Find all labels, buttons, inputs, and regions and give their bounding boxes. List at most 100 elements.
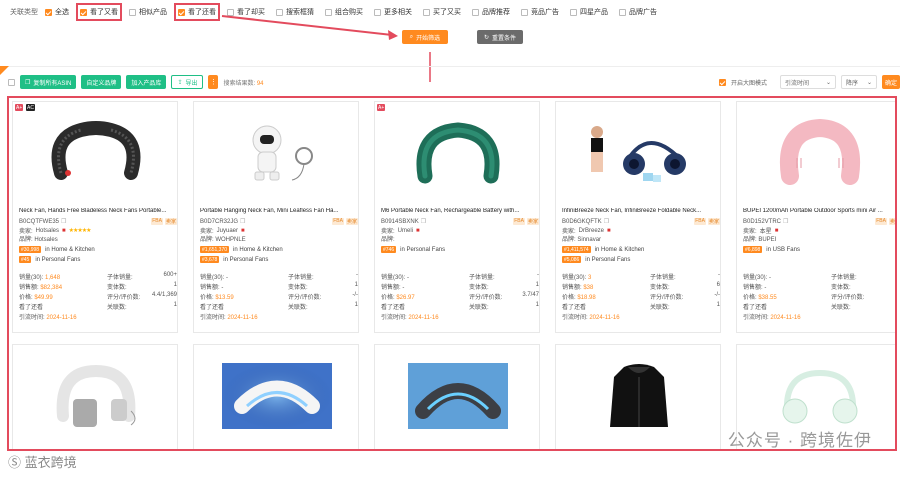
filter-option-label: 品牌广告 [629,9,657,16]
flag-icon: ■ [241,227,245,234]
filter-option[interactable]: 看了却买 [227,7,265,17]
flag-icon: ■ [607,227,611,234]
filter-checkbox[interactable] [227,8,234,16]
product-card[interactable]: A+ AC Neck Fan, Hands Free Bladeless Neck … [12,101,178,333]
filter-checkbox[interactable] [325,8,332,16]
start-filter-button[interactable]: ⌕ 开始筛选 [402,30,448,44]
filter-option[interactable]: 买了又买 [423,7,461,17]
product-card[interactable]: A+ M6 Portable Neck Fan, Rechargeable Bat… [374,101,540,333]
product-title[interactable]: BUPEI 1200mAh Portable Outdoor Sports mi… [743,208,895,214]
filter-option[interactable]: 组合购买 [325,7,363,17]
copy-icon: ❐ [25,79,31,86]
filter-option[interactable]: 品牌推荐 [472,7,510,17]
filter-checkbox[interactable] [472,8,479,16]
filter-checkbox[interactable] [276,8,283,16]
stat-value: $82,384 [40,284,63,291]
stat-value: - [356,271,358,278]
brand-name[interactable]: BUPEI [758,237,776,243]
stat-row: 销售额: -变体数:1 [200,281,358,291]
filter-option[interactable]: 全选 [45,7,69,17]
asin-value[interactable]: B0D152VTRC [743,219,781,225]
brand-name[interactable]: Sinnavar [577,237,601,243]
product-image[interactable] [737,110,895,196]
copy-icon[interactable]: ❐ [783,218,788,225]
filter-checkbox[interactable] [570,8,577,16]
product-image[interactable] [556,353,720,439]
stat-value: - [537,271,539,278]
stat-value: 1 [173,281,177,288]
asin-value[interactable]: B0914SBXNK [381,219,419,225]
rank-value: #5,086 [562,256,582,263]
more-button[interactable]: ⋮ [208,75,219,89]
filter-option[interactable]: 竞品广告 [521,7,559,17]
product-card[interactable]: BUPEI 1200mAh Portable Outdoor Sports mi… [736,101,895,333]
product-image[interactable] [194,353,358,439]
filter-option-label: 搜索框猜 [286,9,314,16]
brand-name[interactable]: WOHPNLE [215,237,245,243]
filter-checkbox[interactable] [619,8,626,16]
asin-value[interactable]: B0CQTFWE35 [19,219,59,225]
filter-option[interactable]: 看了又看 [76,3,122,21]
reset-filter-button[interactable]: ↻ 重置条件 [477,30,523,44]
product-title[interactable]: Neck Fan, Hands Free Bladeless Neck Fans… [19,208,177,214]
product-title[interactable]: Portable Hanging Neck Fan, Mini Leafless… [200,208,358,214]
toolbar: ❐ 复制所有ASIN 自定义品牌 加入产品库 ⇪ 导出 ⋮ 搜索结果数: 94 [8,74,264,90]
filter-option[interactable]: 更多相关 [374,7,412,17]
export-button[interactable]: ⇪ 导出 [171,75,204,89]
sort-order-select[interactable]: 降序 ⌄ [840,75,877,89]
stat-row: 价格: $38.55评分/评价数:-/- [743,291,895,301]
product-title[interactable]: M6 Portable Neck Fan, Rechargeable Batte… [381,208,539,214]
product-image[interactable] [556,110,720,196]
copy-icon[interactable]: ❐ [61,218,66,225]
product-card[interactable]: Portable Hanging Neck Fan, Mini Neck Fan… [12,344,178,449]
filter-checkbox[interactable] [423,8,430,16]
product-image[interactable] [375,110,539,196]
stat-row: 引流时间: 2024-11-16 [200,314,258,321]
filter-checkbox[interactable] [80,8,87,16]
product-card[interactable]: Men's Casual Sleeveless Hoodie Classic F… [555,344,721,449]
filter-checkbox[interactable] [374,8,381,16]
seller-name[interactable]: Hotsales [36,228,59,234]
product-card[interactable]: InfiniBreeze Neck Fan, InfiniBreeze Fold… [555,101,721,333]
copy-asin-button[interactable]: ❐ 复制所有ASIN [20,75,77,89]
filter-option[interactable]: 搜索框猜 [276,7,314,17]
product-title[interactable]: InfiniBreeze Neck Fan, InfiniBreeze Fold… [562,208,720,214]
filter-option[interactable]: 四星产品 [570,7,608,17]
copy-icon[interactable]: ❐ [421,218,426,225]
product-image[interactable] [13,353,177,439]
product-image[interactable] [194,110,358,196]
rank-row: #746 in Personal Fans [381,246,445,253]
brand-name[interactable]: Hotsales [34,237,57,243]
asin-value[interactable]: B0D7CR32JG [200,219,238,225]
filter-option[interactable]: 看了还看 [174,3,220,21]
product-card[interactable]: Neck Fan, Ice-Sensing Hanging Neck Cooli… [374,344,540,449]
stat-value: $38 [583,284,594,291]
copy-icon[interactable]: ❐ [240,218,245,225]
seller-name[interactable]: DrBreeze [579,228,604,234]
stat-row: 价格: $26.97 评分/评价数: 3.7/47 [381,291,539,301]
large-image-checkbox[interactable] [718,78,726,86]
product-image[interactable] [13,110,177,196]
product-card[interactable]: Portable Hanging Neck Fan, Mini Leafless… [193,101,359,333]
seller-name[interactable]: Umeli [398,228,413,234]
filter-option[interactable]: 相似产品 [129,7,167,17]
select-all-checkbox[interactable] [8,78,15,86]
product-card[interactable]: Neck Fan, 3-Speed Adjustable Hanging Nec… [193,344,359,449]
confirm-button[interactable]: 确定 [881,75,900,89]
filter-checkbox[interactable] [129,8,136,16]
stat-value: 2024-11-16 [408,314,439,321]
asin-value[interactable]: B0D6GKQFTK [562,219,602,225]
filter-option[interactable]: 品牌广告 [619,7,657,17]
custom-brand-button[interactable]: 自定义品牌 [81,75,122,89]
filter-checkbox[interactable] [521,8,528,16]
add-to-library-button[interactable]: 加入产品库 [126,75,167,89]
copy-icon[interactable]: ❐ [604,218,609,225]
filter-checkbox[interactable] [178,8,185,16]
product-image[interactable] [375,353,539,439]
filter-checkbox[interactable] [45,8,52,16]
seller-name[interactable]: Juyuaer [217,228,238,234]
sort-field-select[interactable]: 引流时间 ⌄ [779,75,836,89]
brand-row: 品牌: BUPEI [743,237,777,243]
product-asin-row: B0CQTFWE35 ❐ FBA 卖家 [19,218,177,225]
stat-value: 2024-11-16 [227,314,258,321]
